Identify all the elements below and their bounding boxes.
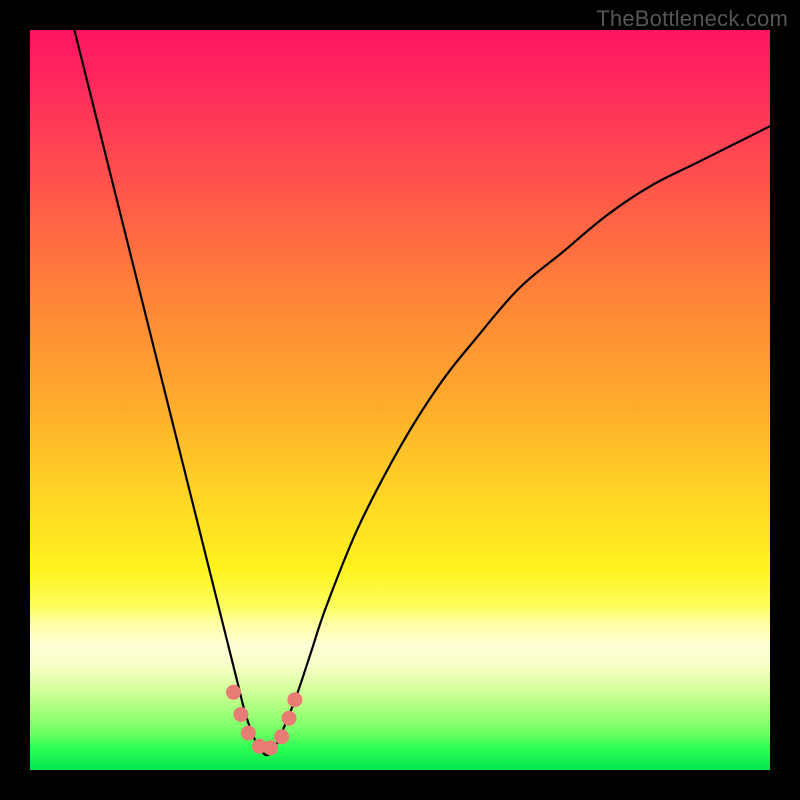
- plot-area: [30, 30, 770, 770]
- attribution-text: TheBottleneck.com: [596, 6, 788, 32]
- curve-marker: [274, 729, 289, 744]
- curve-marker: [282, 711, 297, 726]
- curve-markers: [226, 685, 302, 756]
- curve-layer: [30, 30, 770, 770]
- chart-frame: TheBottleneck.com: [0, 0, 800, 800]
- bottleneck-curve: [74, 30, 770, 755]
- curve-marker: [241, 726, 256, 741]
- curve-marker: [233, 707, 248, 722]
- curve-marker: [226, 685, 241, 700]
- curve-marker: [287, 692, 302, 707]
- curve-marker: [263, 740, 278, 755]
